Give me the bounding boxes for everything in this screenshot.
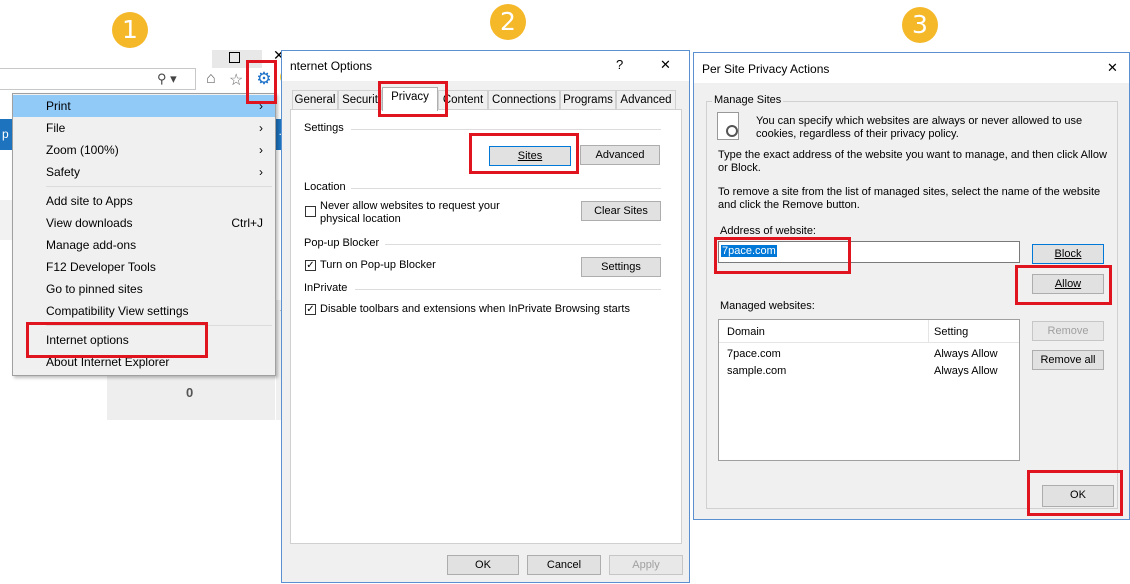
menu-item-file[interactable]: File › bbox=[13, 117, 275, 139]
tab-privacy[interactable]: Privacy bbox=[382, 87, 438, 111]
inprivate-header: InPrivate bbox=[304, 282, 348, 294]
step-badge-1: 1 bbox=[112, 12, 148, 48]
page-counter: 0 bbox=[186, 385, 194, 400]
menu-item-view-downloads[interactable]: View downloads Ctrl+J bbox=[13, 212, 275, 234]
tab-connections[interactable]: Connections bbox=[488, 90, 560, 109]
close-dialog-button[interactable]: ✕ bbox=[660, 57, 671, 73]
menu-item-f12-developer-tools[interactable]: F12 Developer Tools bbox=[13, 256, 275, 278]
ok-button[interactable]: OK bbox=[1042, 485, 1114, 507]
never-allow-location-label: Never allow websites to request your phy… bbox=[320, 200, 500, 225]
popup-blocker-label: Turn on Pop-up Blocker bbox=[320, 259, 436, 271]
search-icon[interactable]: ⚲ ▾ bbox=[157, 71, 177, 87]
table-row[interactable]: sample.com Always Allow bbox=[719, 365, 1019, 381]
managed-websites-label: Managed websites: bbox=[720, 300, 815, 312]
address-input[interactable]: 7pace.com bbox=[718, 241, 1020, 263]
menu-item-compatibility-view[interactable]: Compatibility View settings bbox=[13, 300, 275, 322]
privacy-document-icon bbox=[717, 112, 739, 140]
eye-icon bbox=[726, 125, 738, 137]
manage-sites-group-title: Manage Sites bbox=[712, 94, 784, 106]
per-site-privacy-dialog: Per Site Privacy Actions ✕ Manage Sites … bbox=[693, 52, 1130, 520]
menu-item-add-site-to-apps[interactable]: Add site to Apps bbox=[13, 190, 275, 212]
disable-toolbars-checkbox[interactable]: ✓ bbox=[305, 304, 316, 315]
menu-item-manage-add-ons[interactable]: Manage add-ons bbox=[13, 234, 275, 256]
tab-advanced[interactable]: Advanced bbox=[616, 90, 676, 109]
page-sidebar-strip bbox=[0, 200, 12, 240]
help-button[interactable]: ? bbox=[616, 57, 623, 72]
instructions-text-2: To remove a site from the list of manage… bbox=[718, 186, 1101, 211]
maximize-icon[interactable] bbox=[229, 52, 240, 63]
row-domain: 7pace.com bbox=[727, 348, 781, 360]
managed-websites-list[interactable]: Domain Setting 7pace.com Always Allow sa… bbox=[718, 319, 1020, 461]
favorites-star-icon[interactable]: ☆ bbox=[229, 70, 243, 90]
ok-button[interactable]: OK bbox=[447, 555, 519, 575]
tab-programs[interactable]: Programs bbox=[560, 90, 616, 109]
group-separator bbox=[351, 129, 661, 130]
remove-all-button[interactable]: Remove all bbox=[1032, 350, 1104, 370]
dialog-title: nternet Options bbox=[290, 59, 373, 73]
advanced-button[interactable]: Advanced bbox=[580, 145, 660, 165]
clear-sites-button[interactable]: Clear Sites bbox=[581, 201, 661, 221]
menu-item-print[interactable]: Print › bbox=[13, 95, 275, 117]
column-header-domain[interactable]: Domain bbox=[727, 326, 765, 338]
gear-icon[interactable]: ⚙ bbox=[254, 68, 274, 90]
intro-text: You can specify which websites are alway… bbox=[756, 115, 1083, 140]
tab-general[interactable]: General bbox=[292, 90, 338, 109]
close-dialog-button[interactable]: ✕ bbox=[1107, 60, 1118, 76]
address-label: Address of website: bbox=[720, 225, 816, 237]
tools-menu: Print › File › Zoom (100%) › Safety › Add si… bbox=[12, 93, 276, 376]
allow-button[interactable]: Allow bbox=[1032, 274, 1104, 294]
group-separator bbox=[351, 188, 661, 189]
menu-item-zoom[interactable]: Zoom (100%) › bbox=[13, 139, 275, 161]
popup-settings-button[interactable]: Settings bbox=[581, 257, 661, 277]
row-setting: Always Allow bbox=[934, 348, 998, 360]
step-badge-2: 2 bbox=[490, 4, 526, 40]
step-badge-3: 3 bbox=[902, 7, 938, 43]
column-header-setting[interactable]: Setting bbox=[934, 326, 968, 338]
popup-blocker-header: Pop-up Blocker bbox=[304, 237, 380, 249]
popup-blocker-checkbox[interactable]: ✓ bbox=[305, 260, 316, 271]
address-input-value: 7pace.com bbox=[721, 245, 777, 257]
remove-button[interactable]: Remove bbox=[1032, 321, 1104, 341]
group-separator bbox=[355, 289, 661, 290]
group-separator bbox=[385, 244, 661, 245]
home-icon[interactable]: ⌂ bbox=[206, 70, 216, 88]
menu-item-go-to-pinned-sites[interactable]: Go to pinned sites bbox=[13, 278, 275, 300]
menu-item-about-ie[interactable]: About Internet Explorer bbox=[13, 351, 275, 373]
privacy-tab-panel: Settings Sites Advanced Location Never a… bbox=[290, 109, 682, 544]
menu-item-safety[interactable]: Safety › bbox=[13, 161, 275, 183]
menu-item-internet-options[interactable]: Internet options bbox=[13, 329, 275, 351]
page-blue-bar-left: p bbox=[0, 119, 12, 150]
tab-security[interactable]: Securit bbox=[338, 90, 382, 109]
cancel-button[interactable]: Cancel bbox=[527, 555, 601, 575]
apply-button[interactable]: Apply bbox=[609, 555, 683, 575]
row-setting: Always Allow bbox=[934, 365, 998, 377]
settings-header: Settings bbox=[304, 122, 344, 134]
menu-separator bbox=[46, 325, 272, 326]
column-divider bbox=[928, 320, 929, 342]
dialog-title: Per Site Privacy Actions bbox=[702, 62, 830, 76]
sites-button[interactable]: Sites bbox=[489, 146, 571, 166]
location-header: Location bbox=[304, 181, 346, 193]
instructions-text-1: Type the exact address of the website yo… bbox=[718, 149, 1107, 174]
menu-separator bbox=[46, 186, 272, 187]
table-row[interactable]: 7pace.com Always Allow bbox=[719, 348, 1019, 364]
block-button[interactable]: Block bbox=[1032, 244, 1104, 264]
tab-content[interactable]: Content bbox=[438, 90, 488, 109]
never-allow-location-checkbox[interactable] bbox=[305, 206, 316, 217]
disable-toolbars-label: Disable toolbars and extensions when InP… bbox=[320, 303, 630, 315]
row-domain: sample.com bbox=[727, 365, 787, 377]
internet-options-dialog: nternet Options ? ✕ General Securit Priv… bbox=[281, 50, 690, 583]
